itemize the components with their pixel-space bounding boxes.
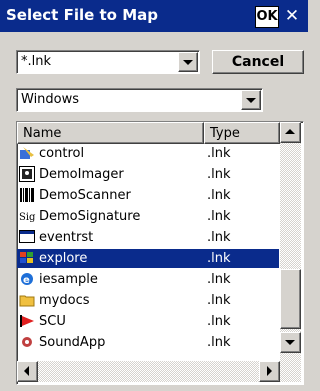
control-panel-icon (19, 145, 35, 161)
item-name: DemoScanner (39, 188, 131, 203)
item-type: .lnk (207, 293, 231, 308)
list-item[interactable]: control .lnk (17, 144, 279, 163)
item-name: DemoSignature (39, 209, 141, 224)
file-list[interactable]: Name Type control .lnk DemoImager .lnk DemoS… (16, 121, 304, 385)
window-title: Select File to Map (6, 6, 158, 24)
item-type: .lnk (207, 272, 231, 287)
column-header-name[interactable]: Name (17, 122, 204, 144)
ok-button[interactable]: OK (255, 6, 279, 28)
column-header-type[interactable]: Type (204, 122, 280, 144)
item-type: .lnk (207, 146, 231, 161)
file-type-dropdown[interactable]: *.lnk (16, 50, 200, 74)
list-item[interactable]: mydocs .lnk (17, 291, 279, 310)
list-item[interactable]: SCU .lnk (17, 312, 279, 331)
file-type-value: *.lnk (21, 54, 52, 69)
internet-explorer-icon: e (19, 271, 35, 287)
scroll-up-button[interactable] (280, 122, 301, 143)
item-type: .lnk (207, 230, 231, 245)
list-item[interactable]: eventrst .lnk (17, 228, 279, 247)
scu-icon (19, 313, 35, 329)
item-name: SoundApp (39, 335, 106, 350)
list-item[interactable]: e iesample .lnk (17, 270, 279, 289)
item-type: .lnk (207, 167, 231, 182)
item-type: .lnk (207, 188, 231, 203)
list-item[interactable]: DemoImager .lnk (17, 165, 279, 184)
folder-icon (19, 292, 35, 308)
imager-icon (19, 166, 35, 182)
item-name: control (39, 146, 85, 161)
item-type: .lnk (207, 251, 231, 266)
list-item[interactable]: SoundApp .lnk (17, 333, 279, 352)
horizontal-scrollbar[interactable] (17, 361, 280, 382)
signature-icon: Sig (19, 208, 36, 224)
chevron-down-icon[interactable] (178, 52, 198, 72)
item-type: .lnk (207, 335, 231, 350)
vertical-scrollbar[interactable] (280, 122, 301, 382)
sound-icon (19, 334, 35, 350)
item-name: eventrst (39, 230, 94, 245)
chevron-down-icon[interactable] (241, 90, 261, 110)
item-name: mydocs (39, 293, 90, 308)
svg-text:e: e (23, 275, 30, 286)
cancel-button[interactable]: Cancel (212, 50, 304, 74)
scroll-thumb[interactable] (280, 269, 301, 329)
item-name: explore (39, 251, 88, 266)
item-type: .lnk (207, 209, 231, 224)
close-icon[interactable]: ✕ (282, 6, 302, 26)
item-type: .lnk (207, 314, 231, 329)
folder-value: Windows (21, 92, 80, 107)
item-name: iesample (39, 272, 98, 287)
title-bar: Select File to Map OK ✕ (0, 0, 308, 32)
item-name: SCU (39, 314, 66, 329)
scroll-down-button[interactable] (280, 332, 301, 353)
folder-dropdown[interactable]: Windows (16, 88, 263, 112)
scroll-left-button[interactable] (17, 361, 38, 382)
svg-text:Sig: Sig (19, 212, 36, 223)
scroll-right-button[interactable] (259, 361, 280, 382)
list-item[interactable]: DemoScanner .lnk (17, 186, 279, 205)
list-item[interactable]: Sig DemoSignature .lnk (17, 207, 279, 226)
explorer-icon (19, 250, 35, 266)
item-name: DemoImager (39, 167, 124, 182)
list-item[interactable]: explore .lnk (17, 249, 279, 268)
barcode-icon (19, 187, 35, 203)
window-icon (19, 229, 35, 245)
